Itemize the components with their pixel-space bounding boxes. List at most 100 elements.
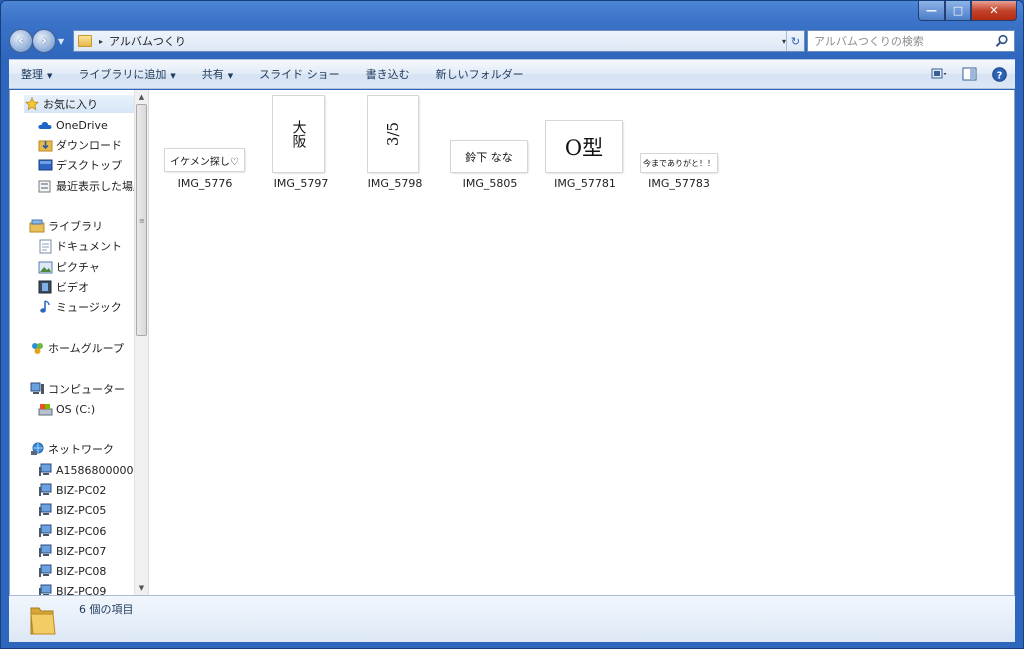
thumbnail-caption: O型 (564, 135, 604, 160)
nav-label: A15868000000 (56, 463, 141, 477)
scrollbar-thumb[interactable]: ≡ (136, 104, 147, 336)
nav-desktop[interactable]: デスクトップ (37, 156, 122, 174)
image-thumbnail: 鈴下 なな (451, 141, 527, 172)
nav-music[interactable]: ミュージック (37, 298, 122, 316)
nav-label: ライブラリ (48, 220, 103, 233)
caption-buttons: — □ ✕ (918, 1, 1017, 21)
preview-pane-button[interactable] (961, 66, 977, 82)
file-item[interactable]: イケメン探し♡ IMG_5776 (157, 90, 253, 200)
command-bar: 整理 ▼ ライブラリに追加 ▼ 共有 ▼ スライド ショー 書き込む 新しいフォルダー (9, 59, 1015, 89)
search-input[interactable]: アルバムつくりの検索 (814, 33, 924, 49)
forward-button[interactable]: › (32, 29, 56, 53)
nav-network-pc[interactable]: BIZ-PC08 (37, 562, 106, 580)
music-icon (37, 299, 53, 315)
nav-videos[interactable]: ビデオ (37, 278, 89, 296)
file-item[interactable]: 大阪 IMG_5797 (253, 90, 349, 200)
documents-icon (37, 238, 53, 254)
nav-network[interactable]: ネットワーク (29, 440, 114, 458)
nav-label: ネットワーク (48, 443, 114, 456)
network-computer-icon (37, 563, 53, 579)
slideshow-button[interactable]: スライド ショー (259, 66, 340, 82)
nav-downloads[interactable]: ダウンロード (37, 136, 122, 154)
nav-network-pc[interactable]: BIZ-PC02 (37, 481, 106, 499)
breadcrumb-separator[interactable]: ▸ (99, 37, 103, 46)
file-item[interactable]: O型 IMG_57781 (537, 90, 633, 200)
cloud-icon (37, 117, 53, 133)
navigation-bar: ‹ › ▼ ▸ アルバムつくり ▾ ↻ アルバムつくりの検索 (9, 29, 1015, 53)
network-computer-icon (37, 482, 53, 498)
network-icon (29, 441, 45, 457)
image-thumbnail: 3/5 (368, 96, 418, 172)
close-button[interactable]: ✕ (971, 1, 1017, 21)
network-computer-icon (37, 462, 53, 478)
search-icon[interactable] (995, 34, 1009, 48)
view-icon (931, 68, 947, 79)
network-computer-icon (37, 523, 53, 539)
navigation-pane: お気に入り OneDrive ダウンロード デスクトップ 最近表示した場所 ライ… (10, 90, 148, 595)
item-count: 6 個の項目 (79, 603, 134, 616)
back-arrow-icon: ‹ (18, 33, 24, 49)
nav-label: BIZ-PC08 (56, 564, 107, 578)
nav-network-pc[interactable]: BIZ-PC06 (37, 522, 106, 540)
burn-button[interactable]: 書き込む (366, 66, 410, 82)
nav-homegroup[interactable]: ホームグループ (29, 339, 124, 357)
include-library-label: ライブラリに追加 (78, 68, 167, 81)
nav-label: ピクチャ (56, 261, 100, 274)
thumbnail-caption: イケメン探し♡ (170, 156, 239, 168)
search-box[interactable]: アルバムつくりの検索 (807, 30, 1015, 52)
nav-documents[interactable]: ドキュメント (37, 237, 122, 255)
share-menu[interactable]: 共有 ▼ (202, 66, 233, 82)
nav-label: BIZ-PC07 (56, 544, 107, 558)
nav-favorites[interactable]: お気に入り (24, 95, 134, 113)
nav-label: BIZ-PC06 (56, 524, 107, 538)
chevron-down-icon: ▼ (47, 72, 53, 80)
libraries-icon (29, 218, 45, 234)
nav-network-pc[interactable]: BIZ-PC09 (37, 582, 106, 595)
nav-libraries[interactable]: ライブラリ (29, 217, 103, 235)
organize-menu[interactable]: 整理 ▼ (21, 66, 52, 82)
nav-label: BIZ-PC09 (56, 584, 107, 596)
maximize-button[interactable]: □ (945, 1, 971, 21)
nav-recent-places[interactable]: 最近表示した場所 (37, 177, 144, 195)
image-thumbnail: イケメン探し♡ (165, 149, 244, 171)
help-button[interactable]: ? (991, 66, 1007, 82)
nav-label: ドキュメント (56, 240, 122, 253)
network-computer-icon (37, 543, 53, 559)
thumbnail-caption: 鈴下 なな (465, 150, 513, 164)
back-button[interactable]: ‹ (9, 29, 33, 53)
nav-label: コンピューター (48, 383, 125, 396)
file-name: IMG_5797 (273, 177, 329, 190)
refresh-button[interactable]: ↻ (786, 31, 804, 51)
nav-pictures[interactable]: ピクチャ (37, 258, 100, 276)
nav-label: ダウンロード (56, 139, 122, 152)
chevron-down-icon: ▼ (170, 72, 176, 80)
nav-pane-scrollbar[interactable]: ▲ ≡ ▼ (134, 90, 148, 595)
file-item[interactable]: 今までありがと！！ IMG_57783 (631, 90, 727, 200)
file-item[interactable]: 鈴下 なな IMG_5805 (442, 90, 538, 200)
details-pane: 6 個の項目 (9, 595, 1015, 642)
recent-pages-dropdown[interactable]: ▼ (58, 37, 64, 46)
nav-os-drive[interactable]: OS (C:) (37, 400, 95, 418)
star-icon (24, 96, 40, 112)
nav-network-pc[interactable]: BIZ-PC05 (37, 501, 106, 519)
forward-arrow-icon: › (41, 33, 47, 49)
homegroup-icon (29, 340, 45, 356)
address-bar[interactable]: ▸ アルバムつくり ▾ ↻ (73, 30, 805, 52)
scroll-down-arrow-icon[interactable]: ▼ (135, 581, 148, 595)
breadcrumb-current-folder[interactable]: アルバムつくり (109, 33, 186, 49)
scroll-up-arrow-icon[interactable]: ▲ (135, 90, 148, 104)
include-in-library-menu[interactable]: ライブラリに追加 ▼ (78, 66, 175, 82)
nav-computer[interactable]: コンピューター (29, 380, 125, 398)
computer-icon (29, 381, 45, 397)
nav-onedrive[interactable]: OneDrive (37, 116, 108, 134)
recent-places-icon (37, 178, 53, 194)
change-view-button[interactable] (931, 66, 947, 82)
nav-label: お気に入り (43, 98, 98, 111)
minimize-button[interactable]: — (918, 1, 945, 21)
network-computer-icon (37, 583, 53, 595)
new-folder-button[interactable]: 新しいフォルダー (436, 66, 524, 82)
preview-pane-icon (962, 67, 976, 81)
file-item[interactable]: 3/5 IMG_5798 (347, 90, 443, 200)
nav-network-pc[interactable]: BIZ-PC07 (37, 542, 106, 560)
nav-network-pc[interactable]: A15868000000 (37, 461, 141, 479)
